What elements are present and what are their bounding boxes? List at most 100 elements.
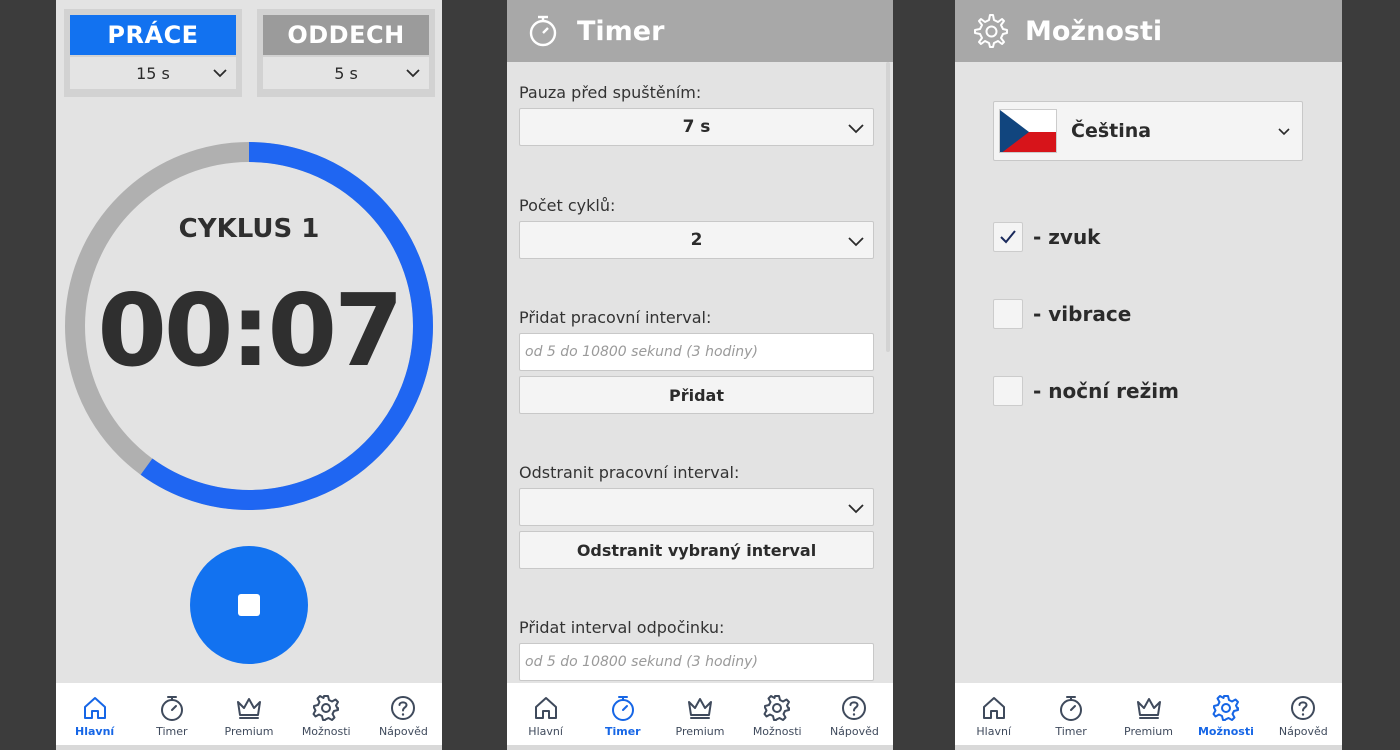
timer-screen: Timer Pauza před spuštěním: 7 s Počet cy…: [507, 0, 893, 750]
option-row[interactable]: - zvuk: [993, 222, 1100, 252]
rest-mode-box: ODDECH 5 s: [257, 9, 435, 97]
option-row[interactable]: - vibrace: [993, 299, 1131, 329]
page-title: Možnosti: [1025, 15, 1163, 47]
work-mode-box: PRÁCE 15 s: [64, 9, 242, 97]
main-screen: PRÁCE 15 s ODDECH 5 s CYKLUS 1 00:07 Hla…: [56, 0, 442, 750]
help-icon: [840, 694, 868, 722]
home-icon: [81, 694, 109, 722]
work-title[interactable]: PRÁCE: [70, 15, 236, 55]
options-screen: Možnosti Čeština - zvuk - vibrace - noční …: [955, 0, 1342, 750]
nav-item-label: Nápověd: [829, 725, 879, 738]
timer-header: Timer: [507, 0, 893, 62]
nav-item-label: Timer: [1055, 725, 1087, 738]
pause-label: Pauza před spuštěním:: [519, 83, 702, 102]
nav-strip: [56, 745, 442, 750]
nav-item-help[interactable]: Nápověd: [816, 683, 893, 745]
help-icon: [389, 694, 417, 722]
chevron-down-icon: [848, 237, 864, 247]
nav-item-label: Timer: [156, 725, 188, 738]
option-checkbox[interactable]: [993, 299, 1023, 329]
option-row[interactable]: - noční režim: [993, 376, 1179, 406]
chevron-down-icon: [848, 124, 864, 134]
nav-item-help[interactable]: Nápověd: [365, 683, 442, 745]
nav-item-label: Hlavní: [75, 725, 115, 738]
nav-item-home[interactable]: Hlavní: [56, 683, 133, 745]
nav-item-gear[interactable]: Možnosti: [739, 683, 816, 745]
countdown-time: 00:07: [97, 272, 403, 389]
timer-form[interactable]: Pauza před spuštěním: 7 s Počet cyklů: 2…: [507, 62, 893, 683]
nav-item-label: Hlavní: [528, 725, 563, 738]
nav-item-label: Nápověd: [378, 725, 428, 738]
cycle-label: CYKLUS 1: [178, 214, 320, 244]
help-icon: [1289, 694, 1317, 722]
add-work-placeholder: od 5 do 10800 sekund (3 hodiny): [525, 344, 758, 360]
work-duration-select[interactable]: 15 s: [70, 57, 236, 89]
add-work-button[interactable]: Přidat: [519, 376, 874, 414]
nav-item-stopwatch[interactable]: Timer: [1032, 683, 1109, 745]
chevron-down-icon: [848, 504, 864, 514]
nav-item-gear[interactable]: Možnosti: [1187, 683, 1264, 745]
nav-item-stopwatch[interactable]: Timer: [133, 683, 210, 745]
nav-item-label: Možnosti: [301, 725, 351, 738]
rest-duration-select[interactable]: 5 s: [263, 57, 429, 89]
add-rest-input[interactable]: od 5 do 10800 sekund (3 hodiny): [519, 643, 874, 681]
nav-item-label: Hlavní: [976, 725, 1011, 738]
gear-icon: [763, 694, 791, 722]
add-work-label: Přidat pracovní interval:: [519, 308, 712, 327]
nav-item-home[interactable]: Hlavní: [955, 683, 1032, 745]
nav-item-label: Timer: [604, 725, 641, 738]
stopwatch-icon: [158, 694, 186, 722]
remove-work-button[interactable]: Odstranit vybraný interval: [519, 531, 874, 569]
nav-item-label: Premium: [675, 725, 725, 738]
add-work-input[interactable]: od 5 do 10800 sekund (3 hodiny): [519, 333, 874, 371]
stopwatch-icon: [1057, 694, 1085, 722]
nav-item-gear[interactable]: Možnosti: [288, 683, 365, 745]
crown-icon: [235, 694, 263, 722]
bottom-nav: Hlavní Timer Premium Možnosti Nápověd: [56, 683, 442, 745]
bottom-nav: Hlavní Timer Premium Možnosti Nápověd: [955, 683, 1342, 745]
add-rest-placeholder: od 5 do 10800 sekund (3 hodiny): [525, 654, 758, 670]
option-checkbox[interactable]: [993, 222, 1023, 252]
nav-item-home[interactable]: Hlavní: [507, 683, 584, 745]
nav-item-crown[interactable]: Premium: [661, 683, 738, 745]
nav-strip: [507, 745, 893, 750]
remove-work-select[interactable]: [519, 488, 874, 526]
czech-flag-icon: [999, 109, 1057, 153]
nav-item-help[interactable]: Nápověd: [1265, 683, 1342, 745]
chevron-down-icon: [213, 69, 227, 78]
stopwatch-icon: [609, 694, 637, 722]
scrollbar[interactable]: [886, 62, 890, 352]
cycles-select[interactable]: 2: [519, 221, 874, 259]
option-checkbox[interactable]: [993, 376, 1023, 406]
cycles-value: 2: [690, 230, 703, 250]
nav-strip: [955, 745, 1342, 750]
rest-title[interactable]: ODDECH: [263, 15, 429, 55]
crown-icon: [1135, 694, 1163, 722]
rest-duration-value: 5 s: [334, 63, 358, 83]
bottom-nav: Hlavní Timer Premium Možnosti Nápověd: [507, 683, 893, 745]
page-title: Timer: [577, 15, 665, 47]
nav-item-label: Premium: [1124, 725, 1173, 738]
option-label: - noční režim: [1033, 379, 1179, 403]
checkmark-icon: [1000, 230, 1016, 244]
work-duration-value: 15 s: [136, 63, 170, 83]
language-select[interactable]: Čeština: [993, 101, 1303, 161]
nav-item-stopwatch[interactable]: Timer: [584, 683, 661, 745]
add-rest-label: Přidat interval odpočinku:: [519, 618, 725, 637]
nav-item-crown[interactable]: Premium: [210, 683, 287, 745]
pause-select[interactable]: 7 s: [519, 108, 874, 146]
home-icon: [980, 694, 1008, 722]
chevron-down-icon: [406, 69, 420, 78]
nav-item-label: Možnosti: [1197, 725, 1254, 738]
gear-icon: [974, 14, 1008, 48]
stop-button[interactable]: [190, 546, 308, 664]
option-label: - zvuk: [1033, 225, 1101, 249]
home-icon: [532, 694, 560, 722]
option-label: - vibrace: [1033, 302, 1132, 326]
stop-icon: [238, 594, 260, 616]
pause-value: 7 s: [682, 117, 711, 137]
nav-item-label: Premium: [224, 725, 274, 738]
gear-icon: [1212, 694, 1240, 722]
remove-work-label: Odstranit pracovní interval:: [519, 463, 740, 482]
nav-item-crown[interactable]: Premium: [1110, 683, 1187, 745]
